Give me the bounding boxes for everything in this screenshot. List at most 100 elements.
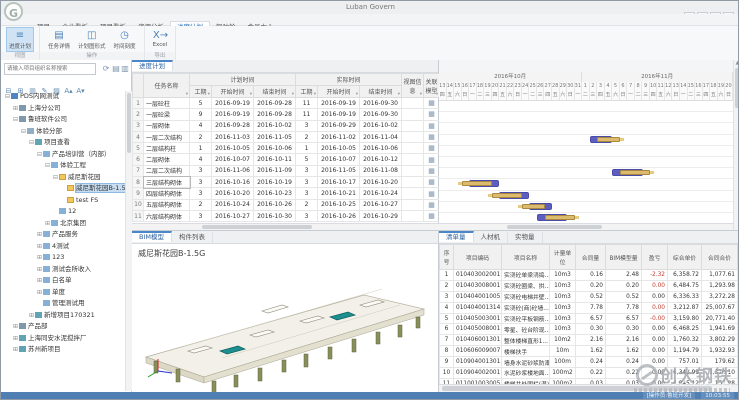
layout-icon[interactable]: ▥ [120,63,130,75]
boq-header-项目编码[interactable]: 项目编码 [454,245,502,270]
tree-item-项目查看[interactable]: ⊟项目查看 [1,137,125,149]
tab-构件列表[interactable]: 构件列表 [172,232,213,243]
collapse-icon[interactable]: ⊟ [28,137,35,149]
tree-item-北京集团[interactable]: ⊞北京集团 [1,218,125,230]
boq-row[interactable]: 2010403008001实浇砼圈梁、拱...10m30.200.200.006… [440,280,739,291]
column-header-视图信息[interactable]: 视图信息▾ [402,74,424,98]
filter-arrow-icon[interactable]: ▾ [314,92,316,97]
boq-header-盈亏[interactable]: 盈亏 [642,245,668,270]
schedule-row[interactable]: 11六层结构砌体32016-10-272016-10-3032016-10-26… [133,210,440,221]
tree-item-测试会所收入[interactable]: ⊞测试会所收入 [1,264,125,276]
column-header-关联模型[interactable]: 关联模型▾ [424,74,440,98]
schedule-row[interactable]: 1一层砼柱52016-09-192016-09-28112016-09-1920… [133,98,440,109]
linked-model-icon[interactable]: ▦ [424,177,440,188]
linked-model-icon[interactable]: ▦ [424,165,440,176]
boq-header-序号[interactable]: 序号 [440,245,454,270]
tree-item-产品培训营（内部）[interactable]: ⊟产品培训营（内部） [1,149,125,161]
linked-model-icon[interactable]: ▦ [424,143,440,154]
gantt-hscrollbar[interactable] [439,223,733,230]
filter-arrow-icon[interactable]: ▾ [250,92,252,97]
boq-row[interactable]: 5010405003001实浇砼平板钢筋...10m36.576.57-0.00… [440,313,739,324]
linked-model-icon[interactable]: ▦ [424,98,440,109]
expand-icon[interactable]: ⊞ [12,344,19,356]
filter-arrow-icon[interactable]: ▾ [208,92,210,97]
计划图形式-button[interactable]: ◫计划图形式 [75,27,109,52]
tree-item-4测试[interactable]: ⊞4测试 [1,241,125,253]
column-header-结束时间[interactable]: 结束时间▾ [254,86,296,98]
tree-item-12[interactable]: 12 [1,206,125,218]
tree-item-白名单[interactable]: ⊞白名单 [1,275,125,287]
进度计划-button[interactable]: ≡进度计划 [6,27,34,52]
tree-item-管理测试用[interactable]: 管理测试用 [1,298,125,310]
tab-实物量[interactable]: 实物量 [508,232,543,243]
schedule-row[interactable]: 9四层结构砌体32016-10-202016-10-2332016-10-212… [133,188,440,199]
gantt-bar-planned[interactable] [545,215,575,220]
linked-model-icon[interactable]: ▦ [424,154,440,165]
gantt-vscrollbar[interactable]: ▲ [733,60,739,230]
schedule-row[interactable]: 4一层二次结构22016-11-032016-11-0522016-11-022… [133,131,440,142]
expand-icon[interactable]: ⊞ [44,218,51,230]
expand-icon[interactable]: ⊞ [36,252,43,264]
tree-item-产品服务[interactable]: ⊞产品服务 [1,229,125,241]
gantt-bar-planned[interactable] [492,193,522,198]
filter-arrow-icon[interactable]: ▾ [420,92,422,97]
column-header-结束时间[interactable]: 结束时间▾ [360,86,402,98]
linked-model-icon[interactable]: ▦ [424,210,440,221]
tab-人材机[interactable]: 人材机 [474,232,509,243]
filter-arrow-icon[interactable]: ▾ [398,92,400,97]
boq-header-综合单价[interactable]: 综合单价 [668,245,702,270]
collapse-icon[interactable]: ⊟ [4,91,11,103]
column-header-计划时间[interactable]: 计划时间 [190,74,296,86]
tree-item-PDS内网测试[interactable]: ⊟PDS内网测试 [1,91,125,103]
expand-icon[interactable]: ⊞ [12,321,19,333]
gantt-bar-planned[interactable] [620,170,650,175]
tree-item-上海同安水泥搅拌厂[interactable]: ⊞上海同安水泥搅拌厂 [1,333,125,345]
linked-model-icon[interactable]: ▦ [424,109,440,120]
expand-icon[interactable]: ⊞ [12,103,19,115]
boq-row[interactable]: 7010406001301整体楼梯直形1...10m22.162.160.001… [440,335,739,346]
column-header-任务名称[interactable]: 任务名称▾ [144,74,190,98]
tab-BIM模型[interactable]: BIM模型 [132,231,172,242]
tree-item-威尼斯花园B-1.5G[interactable]: 威尼斯花园B-1.5G [1,183,125,195]
boq-row[interactable]: 8010606009007楼梯扶手10m1.621.620.001,194.79… [440,346,739,357]
bim-3d-viewport[interactable] [132,259,437,392]
boq-row[interactable]: 9010904001301墙身水泥砂浆防潮...100m0.240.240.00… [440,357,739,368]
tree-item-上海分公司[interactable]: ⊞上海分公司 [1,103,125,115]
gantt-bar-planned[interactable] [462,181,492,186]
refresh-icon[interactable]: ⟳ [101,63,111,75]
collapse-icon[interactable]: ⊟ [12,114,19,126]
boq-row[interactable]: 10010904002001水泥砂浆楼地面...100m20.220.220.0… [440,368,739,379]
schedule-row[interactable]: 8三层结构砌体32016-10-162016-10-1932016-10-172… [133,177,440,188]
tree-item-新增项目170321[interactable]: ⊞新增项目170321 [1,310,125,322]
schedule-row[interactable]: 10五层结构砌体22016-10-242016-10-2622016-10-25… [133,199,440,210]
column-header-开始时间[interactable]: 开始时间▾ [212,86,254,98]
filter-arrow-icon[interactable]: ▾ [186,92,188,97]
filter-arrow-icon[interactable]: ▾ [356,92,358,97]
column-header-工期[interactable]: 工期▾ [296,86,318,98]
boq-header-合同量[interactable]: 合同量 [576,245,606,270]
boq-header-计量单位[interactable]: 计量单位 [550,245,576,270]
linked-model-icon[interactable]: ▦ [424,131,440,142]
collapse-icon[interactable]: ⊟ [36,149,43,161]
search-input[interactable] [4,63,96,75]
tree-item-单度[interactable]: ⊞单度 [1,287,125,299]
boq-header-合同合价[interactable]: 合同合价 [702,245,738,270]
boq-row[interactable]: 3010404001005实浇砼电梯井壁...10m30.520.520.006… [440,291,739,302]
column-header-实际时间[interactable]: 实际时间 [296,74,402,86]
schedule-row[interactable]: 7二层二次结构32016-11-062016-11-0932016-11-052… [133,165,440,176]
column-header-开始时间[interactable]: 开始时间▾ [318,86,360,98]
expand-icon[interactable]: ⊞ [36,241,43,253]
schedule-row[interactable]: 3一层砌体42016-09-282016-10-0232016-09-29201… [133,120,440,131]
tree-item-体验分部[interactable]: ⊟体验分部 [1,126,125,138]
boq-header-BIM模型量[interactable]: BIM模型量 [606,245,642,270]
tree-scrollbar[interactable] [125,91,132,391]
tree-item-123[interactable]: ⊞123 [1,252,125,264]
schedule-row[interactable]: 2一层砼梁92016-09-192016-09-28112016-09-1920… [133,109,440,120]
collapse-icon[interactable]: ⊟ [52,172,59,184]
gantt-bar-planned[interactable] [597,137,620,142]
boq-hscrollbar[interactable] [439,384,739,392]
expand-icon[interactable]: ⊞ [36,287,43,299]
tree-item-产品部[interactable]: ⊞产品部 [1,321,125,333]
tree-item-test FS[interactable]: test FS [1,195,125,207]
tab-清单量[interactable]: 清单量 [439,231,474,242]
